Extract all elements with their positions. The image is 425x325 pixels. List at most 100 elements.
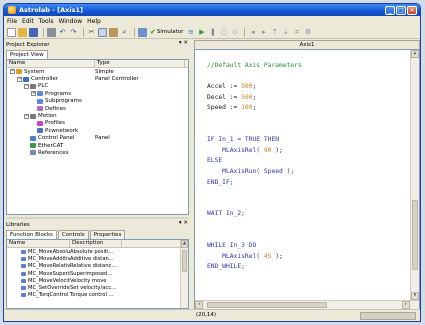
- tree-item[interactable]: Subprograms: [7, 98, 188, 105]
- menu-edit[interactable]: Edit: [22, 18, 34, 25]
- scroll-up-arrow-icon[interactable]: ▲: [181, 240, 188, 248]
- code-line[interactable]: //Default Axis Parameters: [207, 62, 302, 69]
- tree-item[interactable]: − Motion: [7, 112, 188, 119]
- tree-item[interactable]: References: [7, 149, 188, 156]
- menu-file[interactable]: File: [7, 18, 17, 25]
- loop-icon[interactable]: ◇: [230, 28, 239, 37]
- tab-function-blocks[interactable]: Function Blocks: [6, 230, 57, 239]
- line-up-icon[interactable]: ⇡: [270, 28, 279, 37]
- tree-expander-icon[interactable]: −: [10, 69, 15, 75]
- save-icon[interactable]: [29, 27, 38, 37]
- code-line[interactable]: Accel := 500;: [207, 83, 256, 90]
- code-token: 500: [241, 83, 253, 91]
- column-header-description[interactable]: Description: [70, 240, 122, 247]
- function-block-row[interactable]: MC_MoveAdditive Additive distan...: [7, 255, 188, 262]
- simulator-button[interactable]: ✔ Simulator: [150, 28, 183, 36]
- editor-scroll-down-icon[interactable]: ▼: [411, 292, 419, 300]
- menu-help[interactable]: Help: [87, 18, 101, 25]
- redo-icon[interactable]: ↷: [69, 28, 78, 37]
- library-scroll-thumb[interactable]: [182, 250, 187, 272]
- tree-expander-icon[interactable]: −: [24, 113, 29, 119]
- stop-icon[interactable]: ○: [219, 28, 228, 37]
- function-block-row[interactable]: MC_MoveAbsoluteAbsolute positi...: [7, 248, 188, 255]
- code-line[interactable]: ELSE: [207, 157, 222, 164]
- tree-item-label: Subprograms: [45, 98, 82, 105]
- tree-item[interactable]: − PLC: [7, 83, 188, 90]
- editor-scroll-thumb[interactable]: [412, 200, 418, 270]
- minimize-button[interactable]: _: [385, 5, 395, 15]
- app-icon: [8, 6, 16, 14]
- undo-icon[interactable]: ↶: [58, 28, 67, 37]
- code-line[interactable]: Decel := 500;: [207, 94, 256, 101]
- code-line[interactable]: WAIT In_2;: [207, 210, 245, 217]
- editor-hscroll-thumb[interactable]: [207, 302, 327, 308]
- tree-expander-icon[interactable]: −: [17, 76, 22, 82]
- step-icon[interactable]: ≡: [186, 28, 195, 37]
- tree-item[interactable]: Defines: [7, 105, 188, 112]
- menu-window[interactable]: Window: [58, 18, 82, 25]
- pause-icon[interactable]: ❚: [208, 28, 217, 37]
- line-down-icon[interactable]: ⇣: [281, 28, 290, 37]
- tree-item[interactable]: Pcwnetwork: [7, 127, 188, 134]
- find-icon[interactable]: ⌕: [120, 28, 129, 37]
- function-block-row[interactable]: MC_MoveVelocity Velocity move: [7, 277, 188, 284]
- maximize-button[interactable]: □: [396, 5, 406, 15]
- tree-item[interactable]: Control Panel Panel: [7, 135, 188, 142]
- tree-expander-icon[interactable]: −: [24, 83, 29, 89]
- column-header-lib-name[interactable]: Name: [7, 240, 70, 247]
- function-block-row[interactable]: MC_TorqControl Torque control ...: [7, 292, 188, 299]
- code-editor[interactable]: //Default Axis Parameters Accel := 500; De…: [194, 49, 420, 310]
- print-icon[interactable]: [47, 27, 56, 37]
- tree-expander-icon[interactable]: +: [31, 91, 36, 97]
- arrow-left-icon[interactable]: ◂: [248, 28, 257, 37]
- paste-icon[interactable]: [109, 27, 118, 37]
- new-file-icon[interactable]: [7, 27, 16, 37]
- editor-scroll-right-icon[interactable]: ▸: [402, 301, 410, 309]
- code-line[interactable]: MLAxisRel( 90 );: [207, 147, 283, 154]
- code-line[interactable]: END_IF;: [207, 179, 234, 186]
- cut-icon[interactable]: ✂: [87, 28, 96, 37]
- editor-scroll-up-icon[interactable]: ▲: [411, 50, 419, 58]
- tab-properties[interactable]: Properties: [89, 230, 126, 239]
- code-line[interactable]: MLAxisRel( 45 );: [207, 253, 283, 260]
- tree-item[interactable]: Profiles: [7, 120, 188, 127]
- build-icon[interactable]: [138, 27, 147, 37]
- column-header-name[interactable]: Name: [7, 60, 95, 67]
- title-bar[interactable]: Astrolab - [Axis1] _ □ ✕: [4, 4, 420, 16]
- function-block-row[interactable]: MC_MoveRelative Relative distanc...: [7, 263, 188, 270]
- library-scrollbar[interactable]: ▲: [180, 240, 188, 308]
- tree-item-label: Profiles: [45, 120, 65, 127]
- column-header-type[interactable]: Type: [95, 60, 185, 67]
- code-line[interactable]: Speed := 100;: [207, 104, 256, 111]
- code-line[interactable]: IF In_1 = TRUE THEN: [207, 136, 279, 143]
- code-token: Speed :=: [207, 104, 242, 112]
- tab-controls[interactable]: Controls: [57, 230, 89, 239]
- tree-item[interactable]: + Programs: [7, 90, 188, 97]
- panel-pin-icon[interactable]: ▾ ✕: [179, 40, 188, 46]
- run-icon[interactable]: ▶: [197, 28, 206, 37]
- libraries-pin-icon[interactable]: ▾ ✕: [179, 220, 188, 226]
- code-token: ;: [252, 83, 257, 91]
- arrow-right-icon[interactable]: ▸: [259, 28, 268, 37]
- settings-icon[interactable]: ⚙: [303, 28, 312, 37]
- tree-item[interactable]: − Controller Panel Controller: [7, 75, 188, 82]
- tree-item[interactable]: EtherCAT: [7, 142, 188, 149]
- code-line[interactable]: WHILE In_3 DO: [207, 242, 256, 249]
- code-line[interactable]: END_WHILE;: [207, 263, 245, 270]
- menu-tools[interactable]: Tools: [39, 18, 54, 25]
- editor-scroll-left-icon[interactable]: ◂: [195, 301, 203, 309]
- editor-tab-axis1[interactable]: Axis1: [300, 42, 315, 48]
- bookmark-icon[interactable]: ⌗: [292, 28, 301, 37]
- tree-item[interactable]: − System Simple: [7, 68, 188, 75]
- function-block-row[interactable]: MC_MoveSuperimpSuperimposed...: [7, 270, 188, 277]
- function-block-row[interactable]: MC_SetOverride Set velocity/acc...: [7, 284, 188, 291]
- code-line[interactable]: MLAxisRun( Speed );: [207, 168, 294, 175]
- close-button[interactable]: ✕: [407, 5, 417, 15]
- tab-project-view[interactable]: Project View: [6, 50, 48, 59]
- panel-splitter[interactable]: [6, 217, 189, 219]
- editor-vertical-scrollbar[interactable]: ▲ ▼: [410, 50, 419, 300]
- copy-icon[interactable]: [98, 27, 107, 37]
- editor-horizontal-scrollbar[interactable]: ◂ ▸: [195, 300, 419, 309]
- open-folder-icon[interactable]: [18, 27, 27, 37]
- function-block-name: MC_SetOverride: [28, 285, 70, 292]
